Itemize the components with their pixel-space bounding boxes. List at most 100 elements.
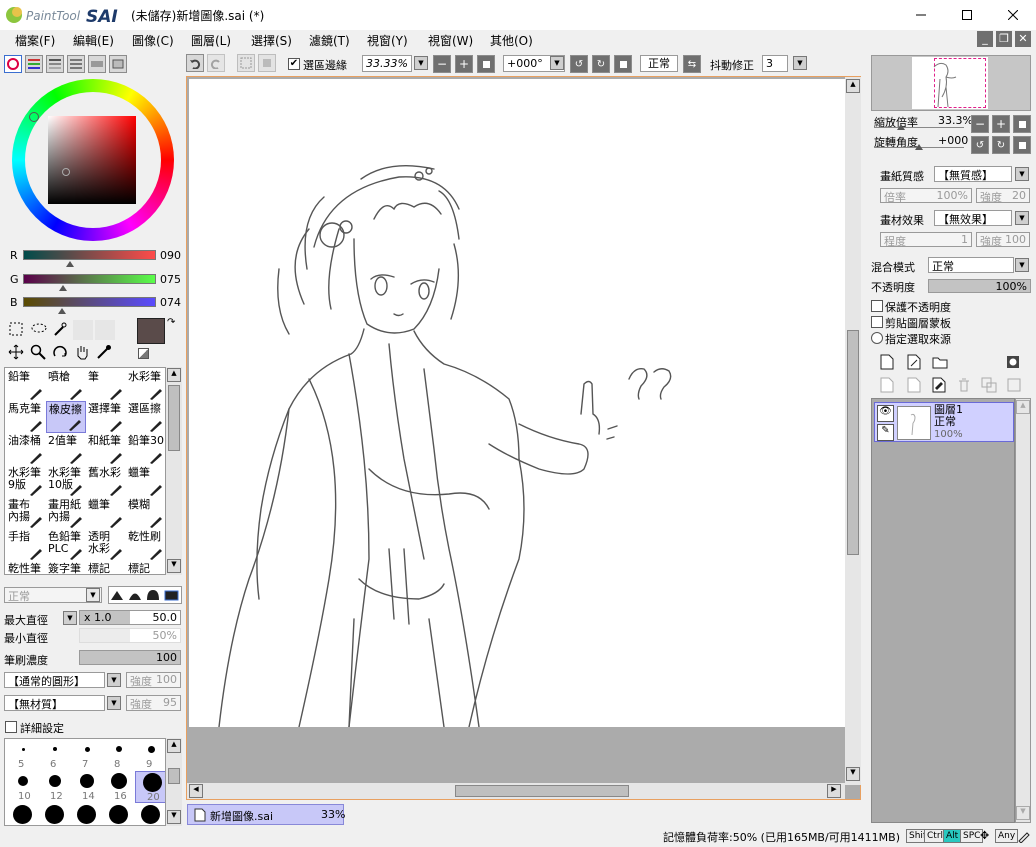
brush-slot[interactable]: 和紙筆 [86,433,126,465]
maximize-button[interactable] [944,0,990,30]
brush-slot[interactable]: 2值筆 [46,433,86,465]
brush-slot[interactable]: 透明 水彩 [86,529,126,561]
deselect-icon[interactable] [237,54,255,72]
brush-slot[interactable]: 水彩筆 10版 [46,465,86,497]
menu-view[interactable]: 視窗(Y) [367,32,408,49]
canvas-vertical-scrollbar[interactable]: ▲ ▼ [845,77,861,785]
texture-strength-field[interactable]: 強度 95 [126,695,181,711]
selection-source-radio[interactable] [871,332,883,344]
menu-file[interactable]: 檔案(F) [15,32,55,49]
primary-color-swatch[interactable] [137,318,165,344]
layer-mask-icon[interactable] [1006,355,1020,369]
size-preset-dot[interactable] [109,805,128,824]
saturation-value-square[interactable] [48,116,136,204]
r-slider[interactable] [23,250,156,260]
paper-scale-field[interactable]: 倍率 100% [880,188,972,204]
scratchpad-mode-icon[interactable] [109,55,127,73]
layer-row[interactable]: 👁 ✎ 圖層1 正常 100% [874,402,1014,442]
minimize-button[interactable] [898,0,944,30]
transparent-color-icon[interactable] [138,348,149,359]
menu-others[interactable]: 其他(O) [490,32,533,49]
brush-slot[interactable]: 選擇筆 [86,401,126,433]
brush-slot[interactable]: 噴槍 [46,369,86,401]
size-preset-dot[interactable] [45,805,64,824]
zoom-field[interactable]: 33.33% [362,55,412,72]
brush-slot[interactable]: 標記 [86,561,126,575]
menu-canvas[interactable]: 圖像(C) [132,32,174,49]
lasso-tool-icon[interactable] [30,321,48,339]
menu-edit[interactable]: 編輯(E) [73,32,114,49]
nav-rotate-right-icon[interactable]: ↻ [992,136,1010,154]
brush-effect-dropdown-button[interactable]: ▼ [1015,211,1029,225]
move-tool-icon[interactable] [8,344,26,362]
delete-layer-icon[interactable] [957,377,971,393]
paper-texture-select[interactable]: 【無質感】 [934,166,1012,182]
mdi-close-button[interactable]: ✕ [1015,31,1031,47]
color-wheel[interactable] [12,79,174,241]
undo-icon[interactable] [186,54,204,72]
nav-angle-handle[interactable] [915,144,923,150]
nav-rotate-left-icon[interactable]: ↺ [971,136,989,154]
brush-texture-dropdown-button[interactable]: ▼ [107,696,121,710]
merge-down-icon[interactable] [907,377,921,393]
size-preset-dot[interactable] [77,805,96,824]
rotation-dropdown-button[interactable]: ▼ [550,56,564,70]
effect-degree-field[interactable]: 程度 1 [880,232,972,248]
b-slider-handle[interactable] [58,308,66,314]
magic-wand-tool-icon[interactable] [52,321,70,339]
brush-slot[interactable]: 水彩筆 [126,369,165,401]
selection-edge-checkbox[interactable]: ✔ [288,58,300,70]
blend-mode-dropdown-button[interactable]: ▼ [1015,258,1029,272]
size-preset[interactable]: 10 [7,771,39,803]
r-slider-handle[interactable] [66,261,74,267]
opacity-slider[interactable]: 100% [928,279,1031,293]
close-button[interactable] [990,0,1036,30]
transfer-down-icon[interactable] [880,377,894,393]
size-preset[interactable]: 5 [7,739,39,771]
menu-window[interactable]: 視窗(W) [428,32,473,49]
brush-slot[interactable]: 鉛筆 [6,369,46,401]
navigator-preview[interactable] [871,55,1031,111]
size-multiplier-dropdown-button[interactable]: ▼ [63,611,77,625]
zoom-dropdown-button[interactable]: ▼ [414,56,428,70]
zoom-tool-icon[interactable] [30,344,48,362]
b-slider[interactable] [23,297,156,307]
redo-icon[interactable] [207,54,225,72]
document-tab[interactable]: 新增圖像.sai 33% [187,804,345,825]
size-preset[interactable]: 6 [39,739,71,771]
nav-zoom-out-icon[interactable]: − [971,115,989,133]
size-presets-scrollbar[interactable]: ▲ ▼ [166,738,182,826]
hsv-slider-mode-icon[interactable] [46,55,64,73]
brush-shape-select[interactable]: 【通常的圓形】 [4,672,105,688]
brush-slot[interactable]: 色鉛筆 PLC [46,529,86,561]
brush-slot[interactable]: 畫用紙 內揚 [46,497,86,529]
stabilizer-dropdown-button[interactable]: ▼ [793,56,807,70]
density-slider[interactable]: 100 [79,650,181,665]
brush-slot[interactable]: 乾性刷 [126,529,165,561]
size-preset[interactable]: 12 [39,771,71,803]
new-folder-icon[interactable] [932,355,948,369]
color-wheel-mode-icon[interactable] [4,55,22,73]
flatten-icon[interactable] [1006,377,1022,393]
stabilizer-field[interactable]: 3 [762,55,788,72]
rotate-tool-icon[interactable] [52,344,70,362]
preserve-opacity-checkbox[interactable] [871,300,883,312]
view-mode-button[interactable]: 正常 [640,55,678,72]
size-preset[interactable]: 7 [71,739,103,771]
layer-pen-icon[interactable]: ✎ [877,424,894,441]
paper-strength-field[interactable]: 強度 20 [976,188,1030,204]
brush-slot[interactable]: 馬克筆 [6,401,46,433]
g-slider[interactable] [23,274,156,284]
clear-layer-icon[interactable] [932,377,946,393]
new-vector-layer-icon[interactable] [907,354,921,370]
clipping-mask-checkbox[interactable] [871,316,883,328]
eyedropper-tool-icon[interactable] [96,344,114,362]
brush-slot[interactable]: 畫布 內揚 [6,497,46,529]
brush-slot[interactable]: 簽字筆 [46,561,86,575]
rgb-slider-mode-icon[interactable] [25,55,43,73]
merge-selected-icon[interactable] [981,377,997,393]
brush-slot[interactable]: 水彩筆 9版 [6,465,46,497]
brush-slot[interactable]: 油漆桶 [6,433,46,465]
nav-zoom-handle[interactable] [897,124,905,130]
brush-slot[interactable]: 筆 [86,369,126,401]
